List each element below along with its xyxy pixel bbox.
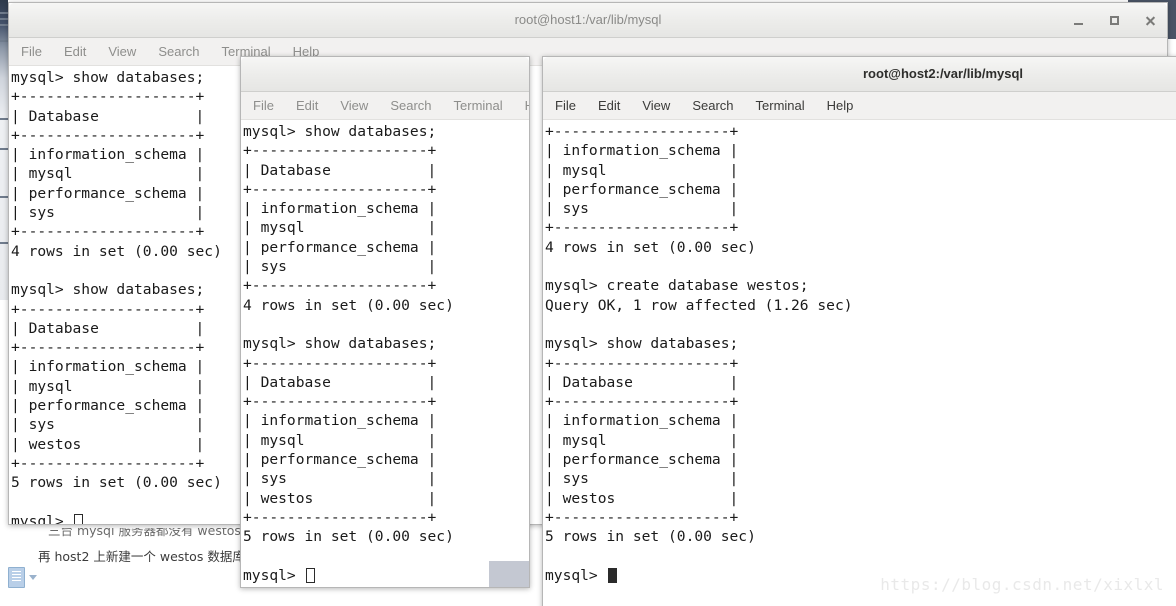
terminal-line: mysql> show databases; [545,335,739,353]
terminal-line: 5 rows in set (0.00 sec) [545,528,756,546]
chevron-down-icon [29,574,37,580]
menu-file[interactable]: File [253,98,274,113]
terminal-line: | mysql | [545,161,739,179]
menu-view[interactable]: View [642,98,670,113]
background-document-sliver [0,0,8,300]
menubar-host2[interactable]: File Edit View Search Terminal Help [543,92,1176,120]
terminal-line: | information_schema | [545,142,739,160]
doc-note-bottom: 再 host2 上新建一个 westos 数据库 [38,549,245,564]
terminal-line: +--------------------+ [243,354,437,372]
terminal-line: +--------------------+ [243,508,437,526]
paste-options-icon[interactable] [8,566,42,588]
terminal-output-host4[interactable]: mysql> show databases; +-----------------… [241,120,529,587]
terminal-line: +--------------------+ [545,354,739,372]
menu-search[interactable]: Search [692,98,733,113]
terminal-line: | westos | [243,489,437,507]
terminal-line: | sys | [545,200,739,218]
titlebar-host1[interactable]: root@host1:/var/lib/mysql [9,3,1167,38]
terminal-line: | mysql | [243,219,437,237]
terminal-line: +--------------------+ [545,393,739,411]
terminal-line: mysql> [243,566,529,585]
terminal-line: +--------------------+ [545,219,739,237]
terminal-line: +--------------------+ [243,277,437,295]
terminal-line: | sys | [545,470,739,488]
terminal-line: +--------------------+ [545,508,739,526]
terminal-window-host4[interactable]: root@host4:/var/lib/mysql File Edit View… [240,56,530,588]
terminal-line: mysql> show databases; [243,123,437,140]
terminal-line: | performance_schema | [545,180,739,198]
terminal-line: | sys | [243,470,437,488]
clipboard-icon [8,566,25,588]
menu-terminal[interactable]: Terminal [756,98,805,113]
terminal-line: 4 rows in set (0.00 sec) [243,296,454,314]
terminal-window-host2[interactable]: root@host2:/var/lib/mysql File Edit View… [542,56,1176,606]
desktop: 三台 mysql 服务器都没有 westos 数据库 再 host2 上新建一个… [0,0,1176,606]
terminal-line: | performance_schema | [243,238,437,256]
terminal-line: mysql> create database westos; [545,277,809,295]
menu-help[interactable]: Help [827,98,854,113]
menu-file[interactable]: File [21,44,42,59]
terminal-line: 5 rows in set (0.00 sec) [243,528,454,546]
terminal-line: | performance_schema | [243,451,437,469]
menu-edit[interactable]: Edit [64,44,86,59]
terminal-line: Query OK, 1 row affected (1.26 sec) [545,296,853,314]
terminal-line: | Database | [243,161,437,179]
terminal-cursor [73,513,83,524]
terminal-line: +--------------------+ [243,180,437,198]
terminal-line: +--------------------+ [243,142,437,160]
terminal-output-host2[interactable]: +--------------------+ | information_sche… [543,120,1176,606]
terminal-line: | mysql | [545,431,739,449]
window-controls-host1 [1071,3,1157,37]
terminal-line: | Database | [243,373,437,391]
terminal-line: mysql> show databases; [243,335,437,353]
terminal-line: | westos | [545,489,739,507]
terminal-line: | information_schema | [243,200,437,218]
menu-view[interactable]: View [340,98,368,113]
watermark: https://blog.csdn.net/xixlxl [880,575,1164,594]
terminal-line: | information_schema | [545,412,739,430]
minimize-button[interactable] [1071,13,1085,27]
terminal-line: | information_schema | [243,412,437,430]
menu-search[interactable]: Search [390,98,431,113]
terminal-line: | Database | [545,373,739,391]
menu-search[interactable]: Search [158,44,199,59]
window-title-host2: root@host2:/var/lib/mysql [863,66,1024,81]
menu-edit[interactable]: Edit [598,98,620,113]
titlebar-host2[interactable]: root@host2:/var/lib/mysql [543,57,1176,92]
menu-terminal[interactable]: Terminal [454,98,503,113]
window-title-host1: root@host1:/var/lib/mysql [514,12,662,27]
menu-edit[interactable]: Edit [296,98,318,113]
menu-help[interactable]: Help [525,98,529,113]
terminal-line: | mysql | [243,431,437,449]
titlebar-host4[interactable]: root@host4:/var/lib/mysql [241,57,529,92]
terminal-cursor [607,567,617,583]
terminal-line: +--------------------+ [545,123,739,140]
menu-view[interactable]: View [108,44,136,59]
terminal-line: +--------------------+ [243,393,437,411]
menubar-host4[interactable]: File Edit View Search Terminal Help [241,92,529,120]
menu-file[interactable]: File [555,98,576,113]
terminal-cursor [305,567,315,583]
close-button[interactable] [1143,13,1157,27]
maximize-button[interactable] [1107,13,1121,27]
scrollbar-corner-host4[interactable] [489,561,529,587]
terminal-line: | sys | [243,258,437,276]
terminal-line: 4 rows in set (0.00 sec) [545,238,756,256]
terminal-line: | performance_schema | [545,451,739,469]
